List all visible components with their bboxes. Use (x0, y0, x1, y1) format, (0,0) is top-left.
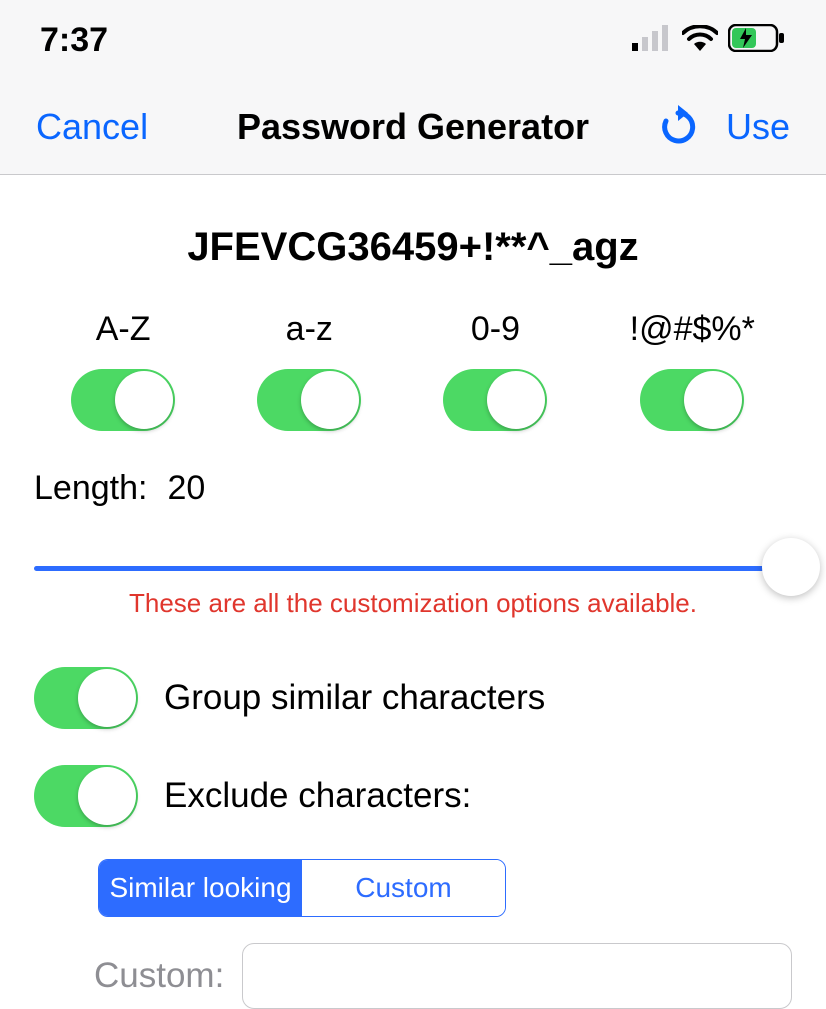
charset-toggles: A-Z a-z 0-9 !@#$%* (0, 310, 826, 431)
wifi-icon (682, 25, 718, 56)
toggle-digits[interactable] (443, 369, 547, 431)
custom-exclude-input[interactable] (242, 943, 792, 1009)
exclude-characters-label: Exclude characters: (164, 776, 471, 816)
exclude-mode-segment[interactable]: Similar looking Custom (98, 859, 506, 917)
use-button[interactable]: Use (726, 106, 790, 148)
toggle-symbols[interactable] (640, 369, 744, 431)
length-label: Length: (34, 469, 147, 508)
cancel-button[interactable]: Cancel (36, 106, 148, 148)
segment-custom[interactable]: Custom (302, 860, 505, 916)
slider-track (34, 566, 792, 571)
length-value: 20 (167, 469, 205, 508)
generated-password: JFEVCG36459+!**^_agz (0, 225, 826, 270)
nav-bar: Cancel Password Generator Use (0, 80, 826, 175)
segment-similar-looking[interactable]: Similar looking (99, 860, 302, 916)
charset-symbols-label: !@#$%* (630, 310, 755, 349)
toggle-lowercase[interactable] (257, 369, 361, 431)
slider-thumb[interactable] (762, 538, 820, 596)
status-time: 7:37 (40, 21, 108, 60)
cellular-icon (632, 25, 672, 56)
charset-digits-label: 0-9 (471, 310, 520, 349)
status-indicators (632, 24, 786, 57)
content: JFEVCG36459+!**^_agz A-Z a-z 0-9 !@#$%* … (0, 175, 826, 1009)
battery-icon (728, 24, 786, 57)
status-bar: 7:37 (0, 0, 826, 80)
length-row: Length: 20 (0, 461, 826, 508)
group-similar-label: Group similar characters (164, 678, 545, 718)
charset-lower-label: a-z (286, 310, 333, 349)
toggle-group-similar[interactable] (34, 667, 138, 729)
refresh-icon[interactable] (658, 105, 698, 149)
toggle-exclude-characters[interactable] (34, 765, 138, 827)
length-slider[interactable] (34, 538, 792, 598)
charset-upper-label: A-Z (96, 310, 151, 349)
custom-exclude-label: Custom: (94, 956, 224, 996)
toggle-uppercase[interactable] (71, 369, 175, 431)
